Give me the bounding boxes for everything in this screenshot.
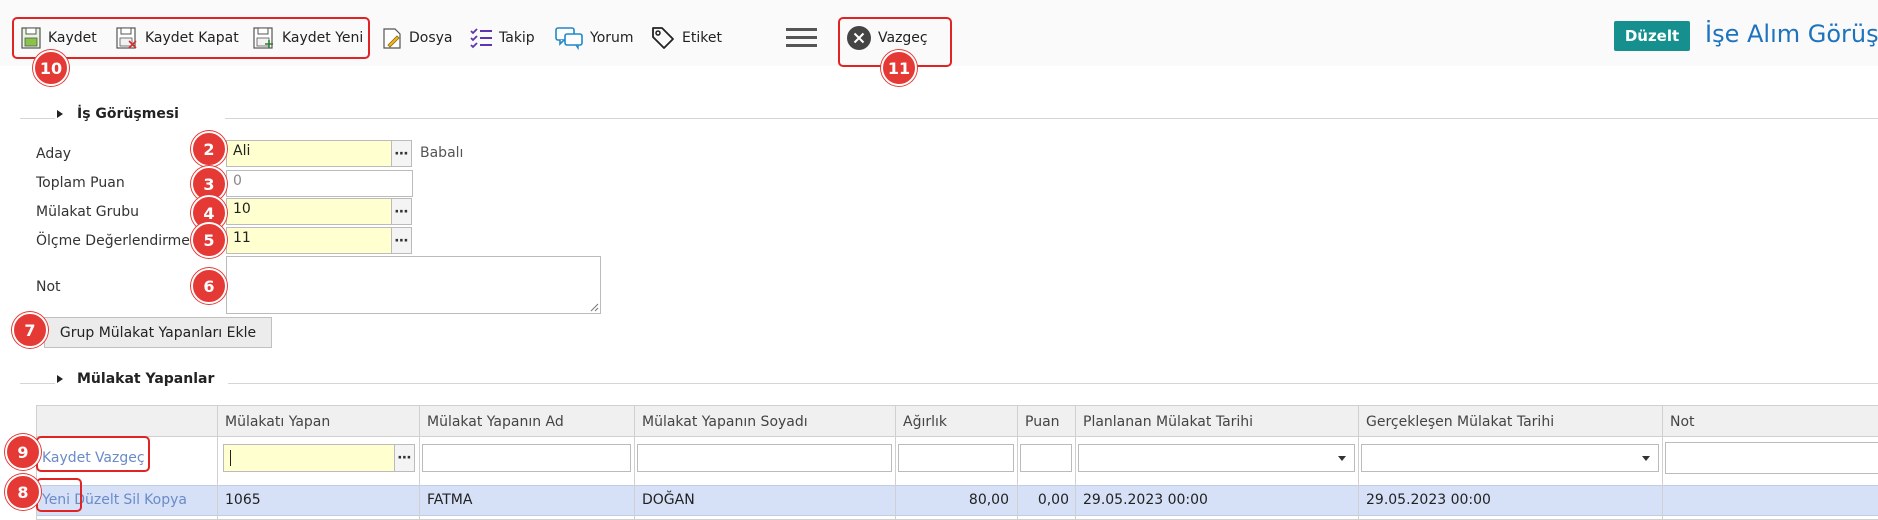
interviewer-edit-input[interactable] [223,444,395,472]
badge-6: 6 [191,268,227,304]
section-title: İş Görüşmesi [77,106,179,122]
column-header[interactable]: Ağırlık [903,414,947,430]
section-divider [228,383,1878,384]
cell-actual-date: 29.05.2023 00:00 [1366,492,1491,508]
follow-button-label: Takip [499,30,535,46]
badge-7: 7 [12,312,48,348]
cell-score: 0,00 [1037,492,1069,508]
save-close-button[interactable]: Kaydet Kapat [115,18,239,58]
cell-name: FATMA [427,492,473,508]
save-new-icon [253,27,273,49]
save-close-button-label: Kaydet Kapat [145,30,239,46]
badge-2: 2 [191,131,227,167]
section-title: Mülakat Yapanlar [77,371,215,387]
note-textarea[interactable] [226,256,601,314]
close-circle-icon [847,26,871,50]
collapse-triangle-icon [57,110,63,118]
badge-8: 8 [5,474,41,510]
candidate-lookup-button[interactable]: ⋯ [391,140,412,167]
comment-button-label: Yorum [590,30,634,46]
grid-col-divider [1075,406,1076,519]
save-close-icon [116,27,137,49]
interview-group-label: Mülakat Grubu [36,204,140,220]
cell-surname: DOĞAN [642,492,695,508]
file-button[interactable]: Dosya [381,18,453,58]
note-edit-input[interactable] [1665,442,1878,474]
collapse-triangle-icon [57,375,63,383]
grid-col-divider [1662,406,1663,519]
save-icon [21,27,41,49]
interviewers-grid: Mülakatı Yapan Mülakat Yapanın Ad Mülaka… [36,405,1878,520]
evaluation-input[interactable]: 11 [226,227,392,254]
section-header-mulakat-yapanlar[interactable]: Mülakat Yapanlar [57,371,214,387]
cancel-button[interactable]: Vazgeç [846,18,928,58]
column-header[interactable]: Gerçekleşen Mülakat Tarihi [1366,414,1554,430]
name-edit-input[interactable] [422,444,631,472]
comment-button[interactable]: Yorum [554,18,634,58]
column-header[interactable]: Puan [1025,414,1060,430]
candidate-input[interactable]: Ali [226,140,392,167]
section-divider [20,118,55,119]
badge-10: 10 [33,50,69,86]
grid-edit-actions-highlight [36,436,150,472]
surname-edit-input[interactable] [637,444,892,472]
actual-date-select[interactable] [1361,444,1659,472]
checklist-icon [470,28,492,49]
score-edit-input[interactable] [1020,444,1072,472]
badge-9: 9 [5,434,41,470]
chevron-down-icon [1642,456,1650,461]
grid-col-divider [419,406,420,519]
badge-5: 5 [191,222,227,258]
comment-icon [555,27,583,50]
grid-col-divider [1358,406,1359,519]
cell-planned-date: 29.05.2023 00:00 [1083,492,1208,508]
total-score-input[interactable]: 0 [226,170,413,197]
edit-mode-button[interactable]: Düzelt [1614,21,1690,51]
evaluation-lookup-button[interactable]: ⋯ [391,227,412,254]
add-group-interviewers-button[interactable]: Grup Mülakat Yapanları Ekle [44,317,272,348]
evaluation-label: Ölçme Değerlendirme [36,233,190,249]
follow-button[interactable]: Takip [469,18,535,58]
column-header[interactable]: Not [1670,414,1695,430]
total-score-label: Toplam Puan [36,175,125,191]
badge-11: 11 [881,50,917,86]
grid-col-divider [634,406,635,519]
grid-col-divider [1017,406,1018,519]
row-delete-link[interactable]: Sil [123,492,140,508]
tag-icon [652,27,674,49]
section-divider [20,383,55,384]
candidate-label: Aday [36,146,72,162]
resize-handle-icon [590,303,599,312]
tag-button-label: Etiket [682,30,722,46]
cancel-button-label: Vazgeç [878,30,928,46]
note-label: Not [36,279,61,295]
hamburger-menu-icon[interactable] [786,28,817,48]
page-title: İşe Alım Görüşme [1705,20,1878,48]
planned-date-select[interactable] [1078,444,1355,472]
cell-interviewer: 1065 [225,492,261,508]
column-header[interactable]: Mülakatı Yapan [225,414,330,430]
tag-button[interactable]: Etiket [650,18,722,58]
column-header[interactable]: Mülakat Yapanın Ad [427,414,564,430]
column-header[interactable]: Planlanan Mülakat Tarihi [1083,414,1253,430]
candidate-surname-text: Babalı [420,145,464,161]
section-divider [225,118,1878,119]
weight-edit-input[interactable] [898,444,1014,472]
interview-group-lookup-button[interactable]: ⋯ [391,198,412,225]
grid-col-divider [217,406,218,519]
interview-group-input[interactable]: 10 [226,198,392,225]
row-copy-link[interactable]: Kopya [144,492,187,508]
grid-row-actions-highlight [36,478,82,512]
save-new-button-label: Kaydet Yeni [282,30,364,46]
chevron-down-icon [1338,456,1346,461]
file-button-label: Dosya [409,30,453,46]
grid-col-divider [895,406,896,519]
file-icon [383,28,401,49]
section-header-is-gorusmesi[interactable]: İş Görüşmesi [57,106,179,122]
cell-weight: 80,00 [968,492,1009,508]
column-header[interactable]: Mülakat Yapanın Soyadı [642,414,808,430]
save-button-label: Kaydet [48,30,97,46]
interviewer-lookup-button[interactable]: ⋯ [394,444,415,472]
save-new-button[interactable]: Kaydet Yeni [252,18,363,58]
